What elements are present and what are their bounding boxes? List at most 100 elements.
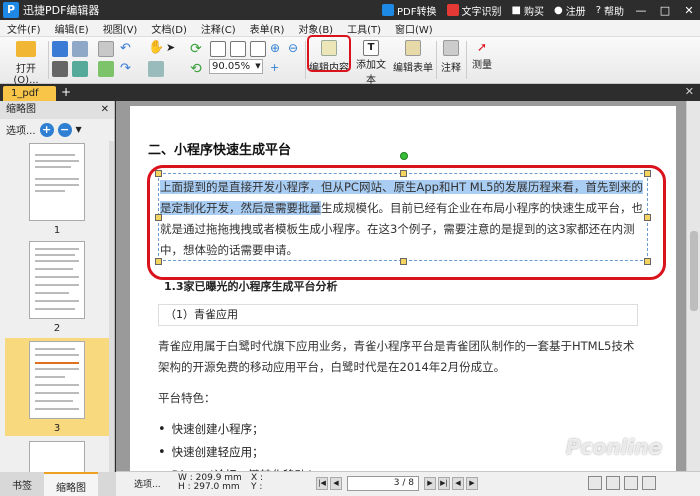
tab-bookmarks[interactable]: 书签	[0, 472, 44, 496]
export-icon	[98, 61, 114, 77]
fit-page-button[interactable]	[230, 41, 246, 60]
thumbnail-number: 2	[53, 323, 61, 334]
help-icon: ?	[595, 4, 601, 16]
actual-size-button[interactable]	[210, 41, 226, 60]
annotate-button[interactable]: 注释	[439, 40, 463, 74]
close-panel-icon[interactable]: ✕	[101, 101, 109, 119]
body-paragraph: 青雀应用属于白鹭时代旗下应用业务，青雀小程序平台是青雀团队制作的一套基于HTML…	[158, 339, 635, 374]
help-button[interactable]: ? 帮助	[596, 3, 624, 18]
save-button[interactable]	[52, 41, 68, 60]
menu-object[interactable]: 对象(B)	[291, 21, 340, 36]
zoom-out-button[interactable]: ⊖	[288, 41, 298, 55]
thumbnail-options-button[interactable]: 选项...	[6, 122, 36, 137]
zoom-in-icon: ⊕	[270, 41, 281, 55]
first-page-icon[interactable]: |◀	[316, 477, 328, 490]
thumbnail-page-1[interactable]: 1	[5, 143, 109, 240]
menu-view[interactable]: 视图(V)	[96, 21, 145, 36]
page-dimensions: W : 209.9 mm H : 297.0 mm	[178, 473, 242, 492]
menu-comment[interactable]: 注释(C)	[194, 21, 243, 36]
export-button[interactable]	[98, 61, 114, 80]
menu-file[interactable]: 文件(F)	[0, 21, 48, 36]
two-page-view-icon[interactable]	[624, 476, 638, 490]
close-window-button[interactable]: ✕	[682, 4, 696, 17]
zoom-dropdown-icon[interactable]: ▼	[253, 59, 263, 74]
scan-button[interactable]	[72, 61, 88, 80]
boxed-subtitle: （1）青雀应用	[158, 304, 638, 326]
menu-form[interactable]: 表单(R)	[243, 21, 292, 36]
buy-button[interactable]: ■ 购买	[512, 3, 544, 18]
next-page-icon[interactable]: ▶	[424, 477, 436, 490]
refresh-button[interactable]: ⟲	[190, 61, 202, 77]
save-icon	[52, 41, 68, 57]
add-text-button[interactable]: T 添加文本	[352, 40, 390, 86]
prev-page-icon[interactable]: ◀	[330, 477, 342, 490]
continuous-view-icon[interactable]	[606, 476, 620, 490]
list-item: 快速创建小程序；	[158, 418, 340, 441]
document-viewport: 二、小程序快速生成平台 上面提到的是直接开发小程序，但从PC网站、原生App和H…	[116, 101, 700, 482]
new-page-icon	[98, 41, 114, 57]
pdf-convert-button[interactable]: PDF转换	[382, 3, 437, 18]
menu-edit[interactable]: 编辑(E)	[48, 21, 96, 36]
annotate-icon	[443, 40, 459, 56]
open-button[interactable]: 打开(O)...	[6, 41, 46, 86]
forward-icon[interactable]: ▶	[466, 477, 478, 490]
status-options-button[interactable]: 选项...	[134, 477, 161, 490]
tab-document[interactable]: 1_pdf	[3, 86, 56, 101]
scrollbar-thumb[interactable]	[690, 231, 698, 311]
menu-tools[interactable]: 工具(T)	[340, 21, 388, 36]
rotate-handle[interactable]	[400, 152, 408, 160]
single-page-view-icon[interactable]	[588, 476, 602, 490]
thumbnail-page-2[interactable]: 2	[5, 241, 109, 338]
hand-tool-button[interactable]: ✋	[148, 40, 164, 55]
back-icon[interactable]: ◀	[452, 477, 464, 490]
watermark-logo: Pconline	[566, 435, 663, 459]
plus-icon: +	[270, 61, 280, 74]
measure-icon: ➚	[476, 40, 488, 54]
actual-size-icon	[210, 41, 226, 57]
select-tool-button[interactable]: ➤	[166, 41, 175, 54]
thumbnail-panel: 缩略图 ✕ 选项... + − ▼ 1 2 3	[0, 101, 115, 481]
print-button[interactable]	[52, 61, 68, 80]
fit-width-button[interactable]	[250, 41, 266, 60]
add-tab-icon[interactable]: +	[61, 85, 71, 99]
rotate-button[interactable]: ⟳	[190, 41, 202, 57]
thumbnail-scrollbar[interactable]	[109, 141, 114, 481]
document-scrollbar[interactable]	[686, 101, 700, 471]
minimize-button[interactable]: —	[634, 4, 648, 17]
menu-window[interactable]: 窗口(W)	[388, 21, 440, 36]
rotate-icon: ⟳	[190, 41, 202, 57]
edit-form-button[interactable]: 编辑表单	[393, 40, 433, 74]
undo-button[interactable]: ↶	[120, 41, 131, 56]
section-heading: 二、小程序快速生成平台	[148, 143, 292, 158]
measure-button[interactable]: ➚ 测量	[470, 40, 494, 71]
hand-icon: ✋	[148, 40, 165, 55]
tab-thumbnails[interactable]: 缩略图	[44, 472, 98, 496]
close-tab-icon[interactable]: ✕	[685, 85, 694, 98]
thumbnail-shrink-icon[interactable]: −	[57, 122, 72, 137]
email-button[interactable]	[72, 41, 88, 60]
new-doc-button[interactable]	[98, 41, 114, 60]
email-icon	[72, 41, 88, 57]
redo-button[interactable]: ↷	[120, 61, 131, 76]
camera-icon	[148, 61, 164, 77]
snapshot-button[interactable]	[148, 61, 164, 80]
two-page-continuous-icon[interactable]	[642, 476, 656, 490]
maximize-button[interactable]: □	[658, 4, 672, 17]
zoom-in-button[interactable]: ⊕	[270, 41, 280, 55]
cursor-coordinates: X : Y :	[251, 473, 264, 492]
last-page-icon[interactable]: ▶|	[438, 477, 450, 490]
ocr-button[interactable]: 文字识别	[446, 3, 502, 18]
subsection-heading: 1.3家已曝光的小程序生成平台分析	[164, 280, 338, 293]
thumbnail-page-3-selected[interactable]: 3	[5, 338, 109, 436]
page-navigation: |◀ ◀ 3 / 8 ▶ ▶| ◀ ▶	[316, 476, 478, 491]
zoom-plus-button[interactable]: +	[270, 61, 279, 74]
page-number-input[interactable]: 3 / 8	[347, 476, 419, 491]
zoom-out-icon: ⊖	[288, 41, 299, 55]
thumbnail-enlarge-icon[interactable]: +	[39, 122, 54, 137]
status-bar: 选项... W : 209.9 mm H : 297.0 mm X : Y : …	[116, 471, 700, 496]
thumbnail-dropdown-icon[interactable]: ▼	[76, 125, 82, 134]
menu-document[interactable]: 文档(D)	[144, 21, 194, 36]
menu-bar: 文件(F) 编辑(E) 视图(V) 文档(D) 注释(C) 表单(R) 对象(B…	[0, 20, 700, 37]
register-button[interactable]: ● 注册	[554, 3, 586, 18]
folder-icon	[16, 41, 36, 57]
